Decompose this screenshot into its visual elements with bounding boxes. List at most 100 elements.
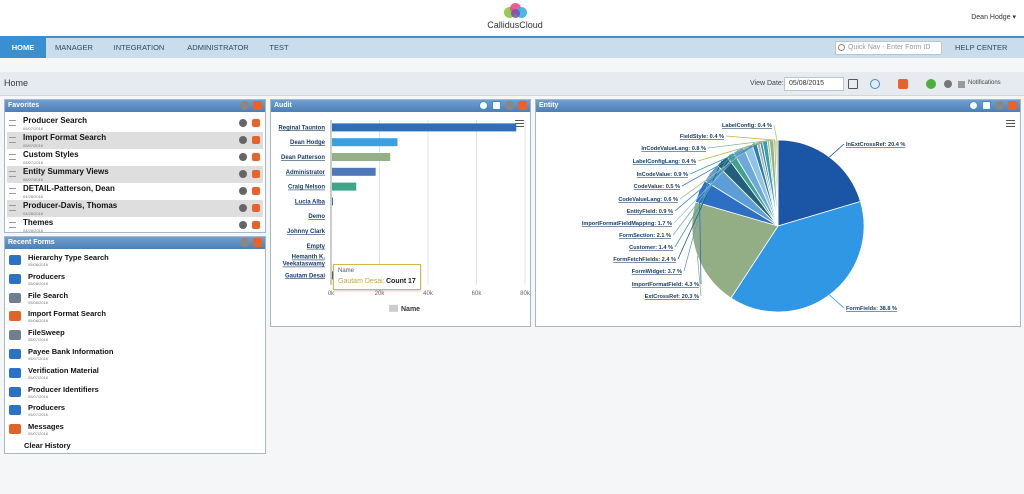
- recent-form-item[interactable]: Hierarchy Type Search 05/08/2016: [9, 253, 259, 271]
- recent-form-item[interactable]: File Search 05/08/2016: [9, 291, 259, 309]
- drag-handle-icon[interactable]: [9, 222, 16, 228]
- drag-handle-icon[interactable]: [9, 120, 16, 126]
- pie-label: CodeValue: 0.5 %: [634, 184, 680, 190]
- favorite-item[interactable]: Producer Search 05/07/2016: [7, 115, 263, 132]
- help-center-link[interactable]: HELP CENTER: [955, 38, 1007, 58]
- recent-form-date: 05/07/2016: [28, 374, 49, 380]
- favorites-title: Favorites: [8, 102, 40, 109]
- close-icon[interactable]: [252, 221, 260, 229]
- favorite-item[interactable]: Entity Summary Views 05/07/2016: [7, 166, 263, 183]
- close-icon[interactable]: [252, 119, 260, 127]
- folder-icon: [9, 386, 21, 397]
- calendar-icon[interactable]: [848, 79, 858, 89]
- favorite-date: 04/28/2016: [23, 194, 44, 199]
- recent-form-item[interactable]: Messages 05/07/2016: [9, 422, 259, 440]
- close-icon[interactable]: [252, 153, 260, 161]
- entity-panel: Entity InExtCrossRef: 20.4 % FormFields: …: [535, 99, 1021, 327]
- page-toolbar: Home View Date: 05/08/2015 Notifications: [0, 72, 1024, 96]
- pie-label: FieldStyle: 0.4 %: [680, 134, 724, 140]
- favorite-item[interactable]: Import Format Search 05/07/2016: [7, 132, 263, 149]
- tooltip-header: Name: [338, 268, 355, 274]
- close-icon[interactable]: [252, 187, 260, 195]
- recent-form-item[interactable]: Payee Bank Information 05/07/2016: [9, 347, 259, 365]
- tab-test[interactable]: TEST: [262, 38, 296, 58]
- bar: [332, 123, 517, 132]
- recent-form-item[interactable]: Producers 05/07/2016: [9, 403, 259, 421]
- gear-icon[interactable]: [240, 238, 249, 247]
- bar: [332, 153, 391, 161]
- recent-form-item[interactable]: Import Format Search 05/08/2016: [9, 309, 259, 327]
- tab-integration[interactable]: INTEGRATION: [104, 38, 174, 58]
- recent-forms-header: Recent Forms: [5, 237, 265, 249]
- favorite-item[interactable]: Themes 04/28/2016: [7, 217, 263, 234]
- gear-icon[interactable]: [239, 136, 247, 144]
- recent-form-item[interactable]: Producer Identifiers 05/07/2016: [9, 385, 259, 403]
- gear-icon[interactable]: [239, 204, 247, 212]
- recent-form-item[interactable]: Verification Material 05/07/2016: [9, 366, 259, 384]
- user-menu[interactable]: Dean Hodge ▾: [971, 13, 1016, 21]
- pie-label: FormFields: 38.8 %: [846, 306, 897, 312]
- pie-label: EntityField: 0.9 %: [627, 209, 673, 215]
- bar: [332, 197, 333, 206]
- remove-icon[interactable]: [898, 79, 908, 89]
- add-icon[interactable]: [926, 79, 936, 89]
- legend-swatch: [389, 304, 398, 312]
- clear-history-link[interactable]: Clear History: [24, 441, 71, 450]
- brand-logo[interactable]: CallidusCloud: [480, 3, 550, 33]
- pie-connector: [829, 294, 845, 309]
- tab-administrator[interactable]: ADMINISTRATOR: [178, 38, 258, 58]
- tab-home[interactable]: HOME: [0, 38, 46, 58]
- gear-icon[interactable]: [239, 153, 247, 161]
- recent-form-label: Producers: [28, 271, 66, 281]
- pie-label: ImportFormatFieldMapping: 1.7 %: [582, 221, 672, 227]
- close-icon[interactable]: [253, 101, 262, 110]
- recent-form-label: File Search: [28, 290, 69, 300]
- drag-handle-icon[interactable]: [9, 188, 16, 194]
- recent-form-item[interactable]: Producers 05/08/2016: [9, 272, 259, 290]
- favorite-item[interactable]: Producer-Davis, Thomas 04/28/2016: [7, 200, 263, 217]
- favorite-date: 04/28/2016: [23, 211, 44, 216]
- chart-tooltip: Name Gautam Desai: Count 17: [333, 264, 421, 290]
- favorite-label: Producer Search: [23, 116, 88, 125]
- drag-handle-icon[interactable]: [9, 171, 16, 177]
- pie-connector: [829, 143, 845, 158]
- gear-icon[interactable]: [239, 187, 247, 195]
- recent-form-label: Payee Bank Information: [28, 347, 114, 356]
- legend-label: Name: [401, 306, 420, 313]
- close-icon[interactable]: [252, 170, 260, 178]
- y-tick-label: Craig Nelson: [288, 185, 325, 191]
- y-tick-label: Lucia Alba: [295, 199, 326, 205]
- favorite-date: 05/07/2016: [23, 143, 44, 148]
- drag-handle-icon[interactable]: [9, 205, 16, 211]
- recent-form-date: 05/07/2016: [28, 337, 49, 343]
- close-icon[interactable]: [253, 238, 262, 247]
- recent-forms-panel: Recent Forms Hierarchy Type Search 05/08/…: [4, 236, 266, 454]
- bar: [332, 182, 357, 191]
- recent-form-date: 05/07/2016: [28, 431, 49, 437]
- favorite-item[interactable]: Custom Styles 05/07/2016: [7, 149, 263, 166]
- gear-icon[interactable]: [240, 101, 249, 110]
- favorite-date: 05/07/2016: [23, 126, 44, 131]
- tab-manager[interactable]: MANAGER: [46, 38, 102, 58]
- folder-icon: [9, 405, 21, 416]
- drag-handle-icon[interactable]: [9, 137, 16, 143]
- recent-form-item[interactable]: FileSweep 05/07/2016: [9, 328, 259, 346]
- drag-handle-icon[interactable]: [9, 154, 16, 160]
- quick-nav-input[interactable]: Quick Nav - Enter Form ID: [835, 41, 942, 55]
- pie-label: FormFetchFields: 2.4 %: [613, 257, 676, 263]
- favorite-item[interactable]: DETAIL-Patterson, Dean 04/28/2016: [7, 183, 263, 200]
- gear-icon[interactable]: [239, 170, 247, 178]
- recent-forms-title: Recent Forms: [8, 239, 55, 246]
- recent-form-date: 05/07/2016: [28, 393, 49, 399]
- help-icon[interactable]: [870, 79, 880, 89]
- gear-icon[interactable]: [944, 80, 952, 88]
- close-icon[interactable]: [252, 204, 260, 212]
- view-date-input[interactable]: 05/08/2015: [784, 77, 844, 91]
- gear-icon[interactable]: [239, 221, 247, 229]
- notifications-link[interactable]: Notifications: [968, 80, 1001, 86]
- bar: [332, 138, 398, 147]
- notifications-icon[interactable]: [958, 81, 965, 88]
- recent-form-label: Hierarchy Type Search: [28, 253, 109, 262]
- close-icon[interactable]: [252, 136, 260, 144]
- gear-icon[interactable]: [239, 119, 247, 127]
